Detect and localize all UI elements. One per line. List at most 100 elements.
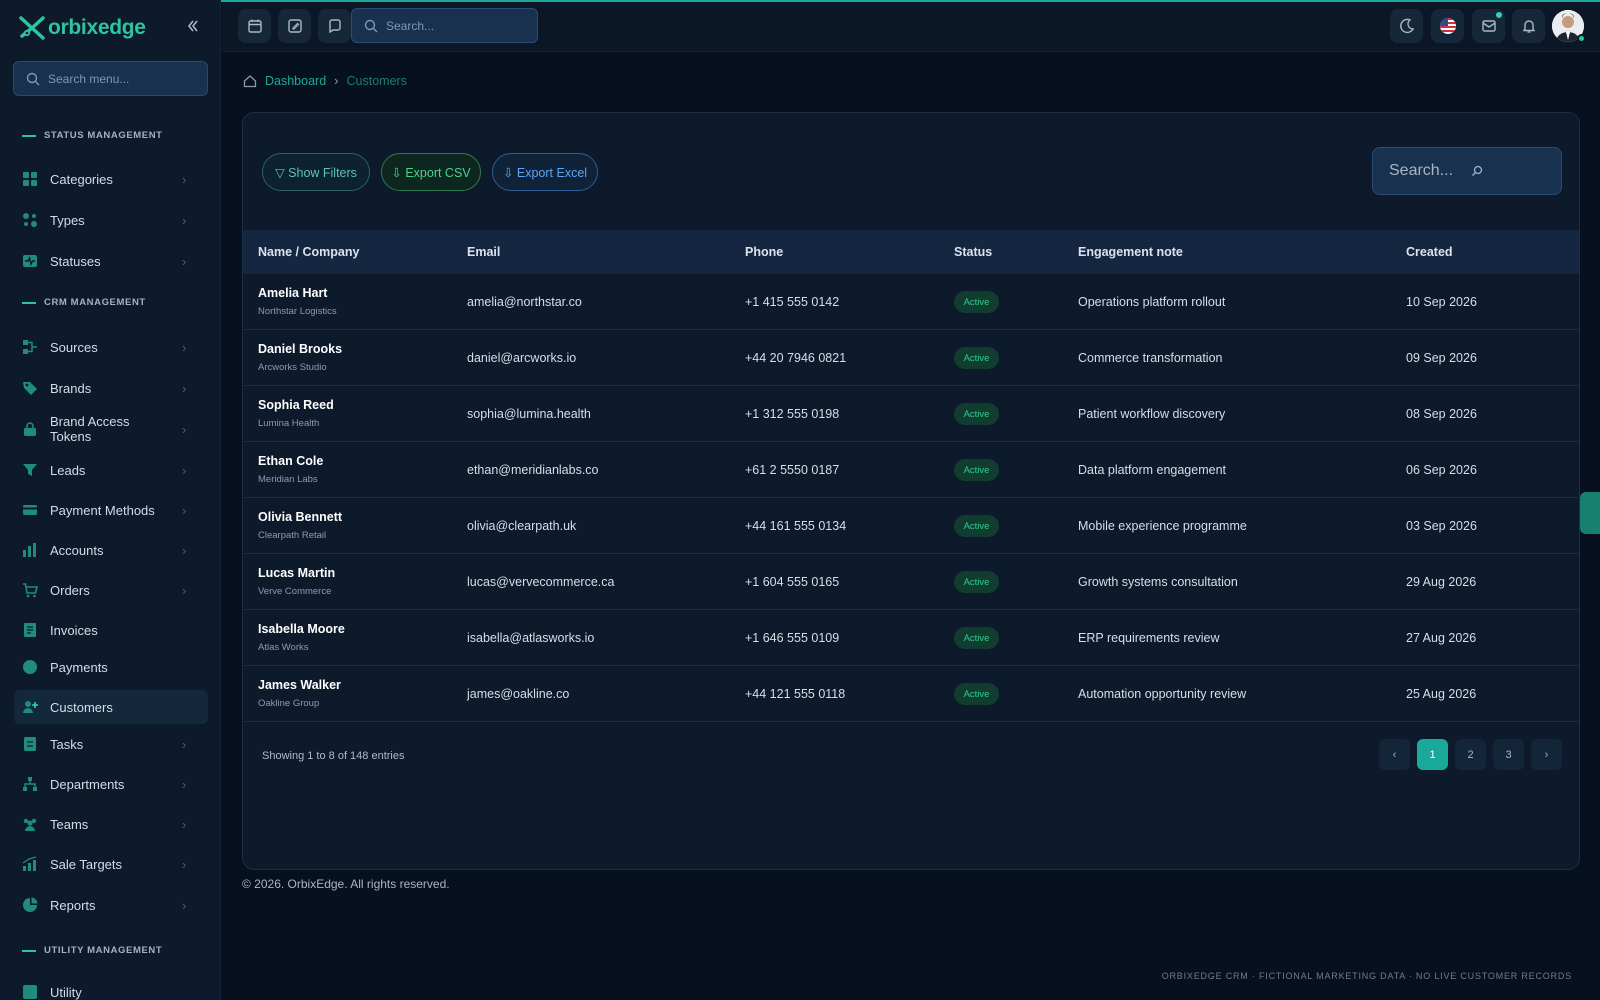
sidebar-item-types[interactable]: Types ›	[14, 203, 208, 237]
export-csv-button[interactable]: ⇩ Export CSV	[381, 153, 481, 191]
customer-name[interactable]: Isabella Moore	[258, 622, 345, 636]
table-row[interactable]: Lucas Martin Verve Commerce lucas@vervecom…	[243, 554, 1579, 610]
chevron-right-icon: ›	[182, 421, 187, 437]
mail-button[interactable]	[1472, 9, 1505, 43]
column-header-status[interactable]: Status	[954, 245, 992, 259]
online-status-dot	[1577, 34, 1586, 43]
show-filters-button[interactable]: ▽ Show Filters	[262, 153, 370, 191]
edit-icon	[287, 19, 302, 33]
table-search[interactable]	[1372, 147, 1562, 195]
sidebar-item-invoices[interactable]: Invoices	[14, 613, 208, 647]
customer-email[interactable]: amelia@northstar.co	[467, 295, 582, 309]
pagination-prev-button[interactable]: ‹	[1379, 739, 1410, 770]
column-header-engagement-note[interactable]: Engagement note	[1078, 245, 1183, 259]
customer-email[interactable]: sophia@lumina.health	[467, 407, 591, 421]
engagement-note: Operations platform rollout	[1078, 295, 1226, 309]
chat-button[interactable]	[318, 9, 351, 43]
status-badge: Active	[954, 291, 999, 313]
customer-email[interactable]: isabella@atlasworks.io	[467, 631, 594, 645]
customer-name[interactable]: Lucas Martin	[258, 566, 335, 580]
home-icon	[243, 74, 257, 87]
customer-email[interactable]: olivia@clearpath.uk	[467, 519, 576, 533]
table-row[interactable]: Olivia Bennett Clearpath Retail olivia@cle…	[243, 498, 1579, 554]
customer-phone: +61 2 5550 0187	[745, 463, 840, 477]
global-search-input[interactable]	[386, 18, 526, 33]
settings-drawer-tab[interactable]	[1580, 492, 1600, 534]
pagination-page-3[interactable]: 3	[1493, 739, 1524, 770]
column-header-name[interactable]: Name / Company	[258, 245, 359, 259]
engagement-note: ERP requirements review	[1078, 631, 1220, 645]
sidebar: orbixedge STATUS MANAGEMENT Categories ›…	[0, 0, 221, 1000]
customer-name[interactable]: Sophia Reed	[258, 398, 334, 412]
table-row[interactable]: James Walker Oakline Group james@oakline.c…	[243, 666, 1579, 722]
sidebar-item-brands[interactable]: Brands ›	[14, 371, 208, 405]
logo[interactable]: orbixedge	[18, 14, 146, 42]
engagement-note: Mobile experience programme	[1078, 519, 1247, 533]
customer-name[interactable]: James Walker	[258, 678, 341, 692]
sidebar-item-statuses[interactable]: Statuses ›	[14, 244, 208, 278]
notes-button[interactable]	[278, 9, 311, 43]
sidebar-item-reports[interactable]: Reports ›	[14, 888, 208, 922]
sidebar-item-sale-targets[interactable]: Sale Targets ›	[14, 847, 208, 881]
export-excel-button[interactable]: ⇩ Export Excel	[492, 153, 598, 191]
customer-name[interactable]: Ethan Cole	[258, 454, 323, 468]
sidebar-item-brand-access-tokens[interactable]: Brand Access Tokens ›	[14, 412, 208, 446]
sidebar-search-input[interactable]	[48, 71, 198, 86]
sidebar-item-payment-methods[interactable]: Payment Methods ›	[14, 493, 208, 527]
customer-name[interactable]: Amelia Hart	[258, 286, 327, 300]
tasks-icon	[22, 736, 38, 752]
pagination-page-2[interactable]: 2	[1455, 739, 1486, 770]
breadcrumb-dashboard-link[interactable]: Dashboard	[265, 74, 326, 88]
table-row[interactable]: Isabella Moore Atlas Works isabella@atlasw…	[243, 610, 1579, 666]
sidebar-item-label: Categories	[50, 171, 113, 187]
customer-name[interactable]: Olivia Bennett	[258, 510, 342, 524]
notifications-button[interactable]	[1512, 9, 1545, 43]
chevron-right-icon: ›	[182, 736, 187, 752]
column-header-created[interactable]: Created	[1406, 245, 1453, 259]
pagination-page-1[interactable]: 1	[1417, 739, 1448, 770]
table-row[interactable]: Sophia Reed Lumina Health sophia@lumina.he…	[243, 386, 1579, 442]
sidebar-item-sources[interactable]: Sources ›	[14, 330, 208, 364]
table-row[interactable]: Amelia Hart Northstar Logistics amelia@nor…	[243, 274, 1579, 330]
table-search-input[interactable]	[1389, 162, 1459, 180]
grid-icon	[22, 171, 38, 187]
customer-name[interactable]: Daniel Brooks	[258, 342, 342, 356]
sidebar-item-categories[interactable]: Categories ›	[14, 162, 208, 196]
customer-email[interactable]: james@oakline.co	[467, 687, 569, 701]
column-header-phone[interactable]: Phone	[745, 245, 783, 259]
language-button[interactable]	[1431, 9, 1464, 43]
sidebar-item-departments[interactable]: Departments ›	[14, 767, 208, 801]
sidebar-item-accounts[interactable]: Accounts ›	[14, 533, 208, 567]
sidebar-item-orders[interactable]: Orders ›	[14, 573, 208, 607]
collapse-sidebar-button[interactable]	[184, 17, 202, 37]
us-flag-icon	[1439, 18, 1456, 34]
sidebar-item-utility[interactable]: Utility	[14, 975, 208, 1000]
table-row[interactable]: Ethan Cole Meridian Labs ethan@meridianlab…	[243, 442, 1579, 498]
section-status-management: STATUS MANAGEMENT	[22, 130, 163, 141]
pagination-next-button[interactable]: ›	[1531, 739, 1562, 770]
calendar-icon	[247, 19, 262, 33]
customer-phone: +44 161 555 0134	[745, 519, 847, 533]
column-header-email[interactable]: Email	[467, 245, 500, 259]
search-icon	[1472, 165, 1483, 176]
global-search[interactable]	[351, 8, 538, 43]
engagement-note: Patient workflow discovery	[1078, 407, 1226, 421]
customer-company: Lumina Health	[258, 418, 320, 429]
customer-email[interactable]: ethan@meridianlabs.co	[467, 463, 599, 477]
customer-email[interactable]: daniel@arcworks.io	[467, 351, 576, 365]
sidebar-item-tasks[interactable]: Tasks ›	[14, 727, 208, 761]
sidebar-item-leads[interactable]: Leads ›	[14, 453, 208, 487]
created-date: 03 Sep 2026	[1406, 519, 1477, 533]
sidebar-item-teams[interactable]: Teams ›	[14, 807, 208, 841]
calendar-button[interactable]	[238, 9, 271, 43]
customer-company: Oakline Group	[258, 698, 320, 709]
table-row[interactable]: Daniel Brooks Arcworks Studio daniel@arcwo…	[243, 330, 1579, 386]
sidebar-item-customers[interactable]: Customers	[14, 690, 208, 724]
pagination-summary: Showing 1 to 8 of 148 entries	[262, 750, 405, 762]
sidebar-item-payments[interactable]: Payments	[14, 650, 208, 684]
sidebar-item-label: Brands	[50, 380, 92, 396]
sidebar-item-label: Teams	[50, 816, 89, 832]
sidebar-search[interactable]	[13, 61, 208, 96]
customer-email[interactable]: lucas@vervecommerce.ca	[467, 575, 614, 589]
theme-toggle-button[interactable]	[1390, 9, 1423, 43]
